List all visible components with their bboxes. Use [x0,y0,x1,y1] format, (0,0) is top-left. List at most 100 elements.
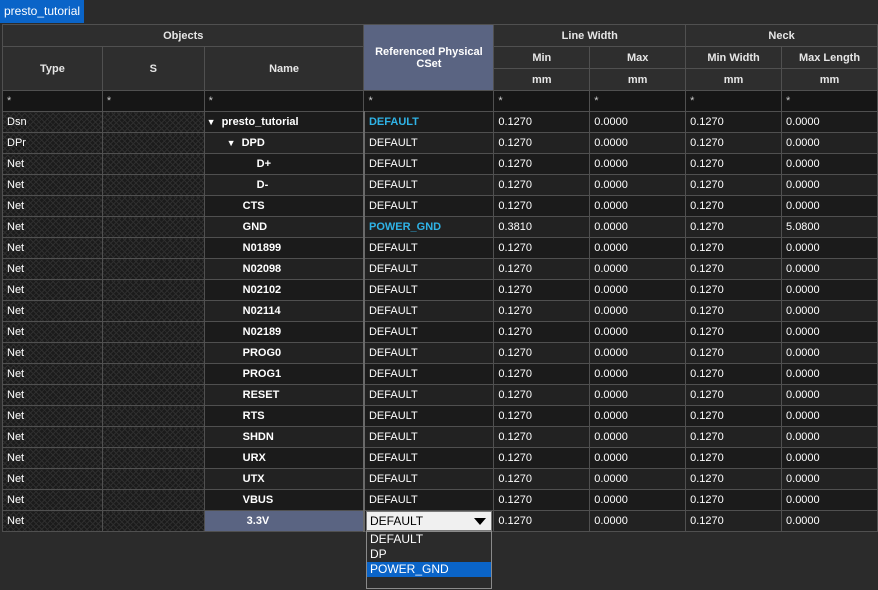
name-cell[interactable]: N01899 [203,237,365,259]
filter-s[interactable]: * [101,90,205,112]
lw-max-cell[interactable]: 0.0000 [589,489,687,511]
lw-max-cell[interactable]: 0.0000 [589,216,687,238]
lw-min-cell[interactable]: 0.1270 [493,510,591,532]
neck-max-length-cell[interactable]: 5.0800 [781,216,878,238]
table-row[interactable]: Net CTS DEFAULT 0.1270 0.0000 0.1270 0.0000 [2,195,878,217]
neck-min-width-cell[interactable]: 0.1270 [685,405,783,427]
neck-min-width-cell[interactable]: 0.1270 [685,489,783,511]
type-header[interactable]: Type [2,46,103,91]
neck-max-length-cell[interactable]: 0.0000 [781,321,878,343]
name-cell[interactable]: N02114 [203,300,365,322]
chevron-down-icon[interactable] [474,518,486,525]
table-row[interactable]: Net PROG0 DEFAULT 0.1270 0.0000 0.1270 0.0000 [2,342,878,364]
lw-min-cell[interactable]: 0.1270 [493,363,591,385]
cset-cell[interactable]: DEFAULT [362,111,495,133]
lw-max-cell[interactable]: 0.0000 [589,132,687,154]
table-row[interactable]: Net N01899 DEFAULT 0.1270 0.0000 0.1270 0.0000 [2,237,878,259]
neck-min-width-cell[interactable]: 0.1270 [685,111,783,133]
lw-max-cell[interactable]: 0.0000 [589,510,687,532]
name-cell[interactable]: ▼ presto_tutorial [203,111,365,133]
name-cell[interactable]: UTX [203,468,365,490]
neck-max-length-cell[interactable]: 0.0000 [781,489,878,511]
name-cell[interactable]: CTS [203,195,365,217]
lw-min-cell[interactable]: 0.1270 [493,153,591,175]
lw-min-cell[interactable]: 0.1270 [493,426,591,448]
table-row[interactable]: Net N02098 DEFAULT 0.1270 0.0000 0.1270 0.0000 [2,258,878,280]
neck-max-length-cell[interactable]: 0.0000 [781,342,878,364]
cset-dropdown[interactable]: DEFAULT [366,511,492,531]
name-cell[interactable]: VBUS [203,489,365,511]
neck-min-width-cell[interactable]: 0.1270 [685,321,783,343]
neck-min-width-cell[interactable]: 0.1270 [685,426,783,448]
neck-min-width-cell[interactable]: 0.1270 [685,342,783,364]
cset-cell[interactable]: DEFAULT [362,468,495,490]
neck-max-length-cell[interactable]: 0.0000 [781,153,878,175]
neck-min-width-cell[interactable]: 0.1270 [685,468,783,490]
cset-cell[interactable]: DEFAULT [362,489,495,511]
table-row[interactable]: Net URX DEFAULT 0.1270 0.0000 0.1270 0.0000 [2,447,878,469]
neck-max-length-cell[interactable]: 0.0000 [781,132,878,154]
name-cell[interactable]: SHDN [203,426,365,448]
cset-cell[interactable]: DEFAULT [362,153,495,175]
neck-max-length-cell[interactable]: 0.0000 [781,174,878,196]
table-row[interactable]: Net N02189 DEFAULT 0.1270 0.0000 0.1270 0.0000 [2,321,878,343]
lw-min-cell[interactable]: 0.1270 [493,405,591,427]
table-row[interactable]: Net GND POWER_GND 0.3810 0.0000 0.1270 5.0800 [2,216,878,238]
expand-triangle-icon[interactable]: ▼ [227,138,236,148]
filter-lw-min[interactable]: * [493,90,591,112]
lw-max-cell[interactable]: 0.0000 [589,321,687,343]
lw-min-cell[interactable]: 0.1270 [493,447,591,469]
lw-min-cell[interactable]: 0.1270 [493,237,591,259]
neck-min-width-cell[interactable]: 0.1270 [685,510,783,532]
lw-max-cell[interactable]: 0.0000 [589,237,687,259]
table-row[interactable]: Net VBUS DEFAULT 0.1270 0.0000 0.1270 0.0000 [2,489,878,511]
neck-min-width-cell[interactable]: 0.1270 [685,216,783,238]
cset-cell[interactable]: DEFAULT [362,384,495,406]
ref-cset-header[interactable]: Referenced Physical CSet [363,24,495,91]
neck-min-width-cell[interactable]: 0.1270 [685,300,783,322]
lw-min-cell[interactable]: 0.1270 [493,111,591,133]
cset-cell[interactable]: DEFAULT [362,195,495,217]
table-row[interactable]: Net PROG1 DEFAULT 0.1270 0.0000 0.1270 0.0000 [2,363,878,385]
table-row[interactable]: Net N02102 DEFAULT 0.1270 0.0000 0.1270 0.0000 [2,279,878,301]
neck-max-length-cell[interactable]: 0.0000 [781,279,878,301]
neck-max-length-cell[interactable]: 0.0000 [781,447,878,469]
dropdown-option[interactable]: DP [367,547,491,562]
name-cell[interactable]: D+ [203,153,365,175]
table-row[interactable]: Net SHDN DEFAULT 0.1270 0.0000 0.1270 0.0000 [2,426,878,448]
table-row[interactable]: Net N02114 DEFAULT 0.1270 0.0000 0.1270 0.0000 [2,300,878,322]
lw-min-cell[interactable]: 0.1270 [493,384,591,406]
cset-cell[interactable]: DEFAULT [362,447,495,469]
name-cell[interactable]: RESET [203,384,365,406]
name-cell[interactable]: URX [203,447,365,469]
lw-min-header[interactable]: Min [493,46,591,69]
name-cell[interactable]: RTS [203,405,365,427]
lw-min-cell[interactable]: 0.1270 [493,489,591,511]
name-cell[interactable]: GND [203,216,365,238]
name-cell[interactable]: ▼ DPD [203,132,365,154]
neck-max-length-cell[interactable]: 0.0000 [781,384,878,406]
lw-min-cell[interactable]: 0.1270 [493,342,591,364]
table-row[interactable]: Net D- DEFAULT 0.1270 0.0000 0.1270 0.0000 [2,174,878,196]
cset-cell[interactable]: DEFAULT [362,174,495,196]
table-row[interactable]: Net D+ DEFAULT 0.1270 0.0000 0.1270 0.0000 [2,153,878,175]
neck-min-width-cell[interactable]: 0.1270 [685,384,783,406]
table-row[interactable]: Dsn ▼ presto_tutorial DEFAULT 0.1270 0.0000 0.… [2,111,878,133]
filter-neck-max[interactable]: * [781,90,878,112]
cset-cell[interactable]: DEFAULT [362,426,495,448]
s-header[interactable]: S [101,46,205,91]
cset-cell[interactable]: DEFAULT [362,279,495,301]
lw-max-header[interactable]: Max [589,46,687,69]
tab-presto-tutorial[interactable]: presto_tutorial [0,0,85,23]
neck-max-length-cell[interactable]: 0.0000 [781,258,878,280]
neck-max-length-cell[interactable]: 0.0000 [781,195,878,217]
filter-name[interactable]: * [203,90,365,112]
lw-max-cell[interactable]: 0.0000 [589,405,687,427]
table-row[interactable]: Net RESET DEFAULT 0.1270 0.0000 0.1270 0.0000 [2,384,878,406]
filter-lw-max[interactable]: * [589,90,687,112]
lw-max-cell[interactable]: 0.0000 [589,384,687,406]
name-cell[interactable]: N02102 [203,279,365,301]
name-cell[interactable]: D- [203,174,365,196]
filter-type[interactable]: * [2,90,103,112]
cset-cell[interactable]: DEFAULT [362,405,495,427]
